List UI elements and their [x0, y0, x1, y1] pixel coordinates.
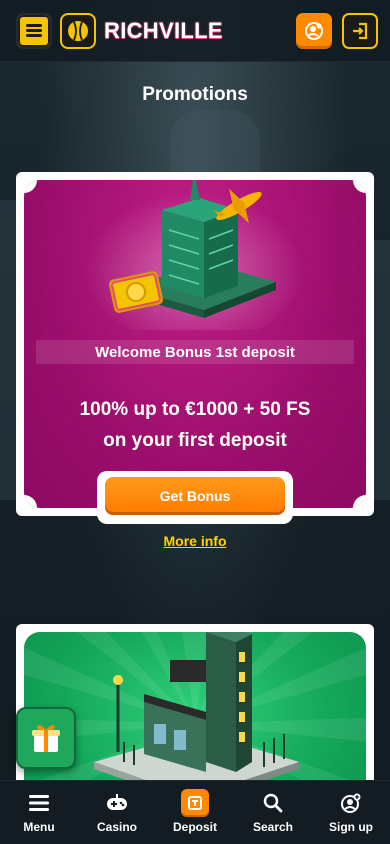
promo-card-welcome: Welcome Bonus 1st deposit 100% up to €10…: [16, 172, 374, 524]
user-plus-icon: [340, 789, 362, 817]
promo-offer-text: 100% up to €1000 + 50 FS on your first d…: [24, 394, 366, 456]
promo-subtitle: Welcome Bonus 1st deposit: [36, 340, 354, 364]
login-icon: [353, 22, 368, 39]
nav-item-menu[interactable]: Menu: [0, 781, 78, 844]
profile-icon: [305, 21, 323, 40]
get-bonus-wrapper: Get Bonus: [97, 471, 293, 524]
nav-item-signup[interactable]: Sign up: [312, 781, 390, 844]
gamepad-icon: [106, 789, 128, 817]
login-button[interactable]: [342, 12, 378, 49]
logo-ball-icon[interactable]: [60, 12, 96, 49]
nav-label-signup: Sign up: [329, 820, 373, 834]
get-bonus-button[interactable]: Get Bonus: [105, 477, 285, 515]
nav-item-deposit[interactable]: Deposit: [156, 781, 234, 844]
nav-item-search[interactable]: Search: [234, 781, 312, 844]
brand-logo[interactable]: RICHVILLE: [104, 18, 223, 44]
nav-label-search: Search: [252, 820, 294, 834]
promo-illustration: [84, 180, 304, 330]
page-title: Promotions: [142, 84, 248, 105]
nav-label-deposit: Deposit: [172, 820, 217, 834]
nav-label-casino: Casino: [96, 820, 137, 834]
promo-offer-line1: 100% up to €1000 + 50 FS: [79, 399, 311, 420]
nav-item-casino[interactable]: Casino: [78, 781, 156, 844]
gift-icon: [32, 725, 60, 752]
gift-button[interactable]: [16, 707, 76, 769]
hamburger-icon: [29, 789, 49, 817]
menu-icon: [26, 24, 42, 37]
more-info-link[interactable]: More info: [0, 533, 390, 549]
menu-button[interactable]: [16, 12, 52, 49]
search-icon: [263, 789, 283, 817]
profile-button[interactable]: [296, 12, 332, 49]
promo-offer-line2: on your first deposit: [103, 430, 287, 451]
bottom-navigation: Menu Casino Deposit Search Sign up: [0, 780, 390, 844]
nav-label-menu: Menu: [23, 820, 55, 834]
top-header: RICHVILLE: [0, 0, 390, 62]
wallet-icon: [181, 789, 209, 817]
